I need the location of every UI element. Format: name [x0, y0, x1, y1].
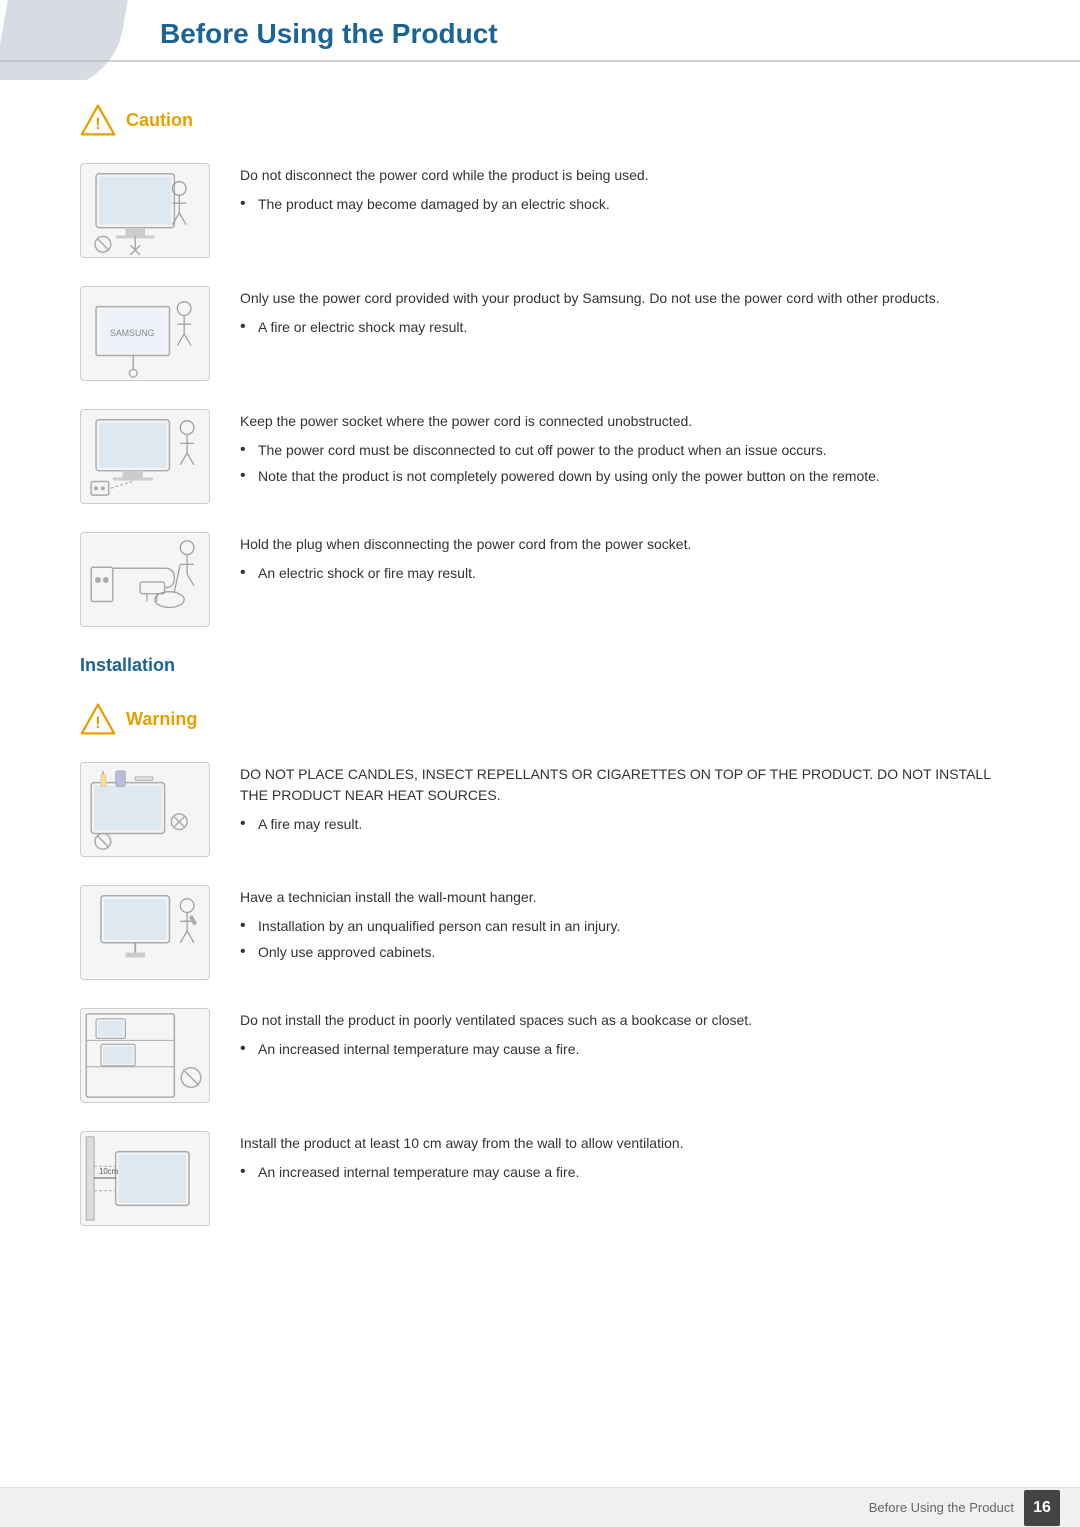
warning-item-2: Have a technician install the wall-mount…	[80, 885, 1000, 980]
caution-image-4	[80, 532, 210, 627]
caution-item-2: SAMSUNG Only use the power cord provided…	[80, 286, 1000, 381]
svg-text:SAMSUNG: SAMSUNG	[110, 328, 155, 338]
svg-text:!: !	[95, 115, 100, 133]
warning-item-4: 10cm Install the product at least 10 cm …	[80, 1131, 1000, 1226]
footer-label: Before Using the Product	[869, 1500, 1014, 1515]
warning-bullet-1-0: A fire may result.	[240, 814, 1000, 835]
warning-main-2: Have a technician install the wall-mount…	[240, 887, 1000, 908]
caution-icon: !	[80, 102, 116, 138]
warning-bullet-2-0: Installation by an unqualified person ca…	[240, 916, 1000, 937]
warning-main-1: DO NOT PLACE CANDLES, INSECT REPELLANTS …	[240, 764, 1000, 806]
caution-item-1: Do not disconnect the power cord while t…	[80, 163, 1000, 258]
warning-item-1: DO NOT PLACE CANDLES, INSECT REPELLANTS …	[80, 762, 1000, 857]
warning-bullet-3-0: An increased internal temperature may ca…	[240, 1039, 1000, 1060]
caution-bullet-1-0: The product may become damaged by an ele…	[240, 194, 1000, 215]
caution-bullets-1: The product may become damaged by an ele…	[240, 194, 1000, 215]
warning-text-1: DO NOT PLACE CANDLES, INSECT REPELLANTS …	[240, 762, 1000, 840]
warning-image-3	[80, 1008, 210, 1103]
warning-image-2	[80, 885, 210, 980]
warning-image-4: 10cm	[80, 1131, 210, 1226]
caution-section-badge: ! Caution	[80, 102, 1000, 138]
caution-item-4: Hold the plug when disconnecting the pow…	[80, 532, 1000, 627]
caution-item-3: Keep the power socket where the power co…	[80, 409, 1000, 504]
warning-bullets-2: Installation by an unqualified person ca…	[240, 916, 1000, 963]
caution-bullets-2: A fire or electric shock may result.	[240, 317, 1000, 338]
caution-image-2: SAMSUNG	[80, 286, 210, 381]
warning-text-3: Do not install the product in poorly ven…	[240, 1008, 1000, 1065]
warning-bullet-2-1: Only use approved cabinets.	[240, 942, 1000, 963]
warning-image-1	[80, 762, 210, 857]
installation-section-title: Installation	[80, 655, 1000, 681]
page-title: Before Using the Product	[160, 18, 498, 50]
main-content: ! Caution	[0, 62, 1080, 1284]
page-footer: Before Using the Product 16	[0, 1487, 1080, 1527]
warning-bullet-4-0: An increased internal temperature may ca…	[240, 1162, 1000, 1183]
warning-item-3: Do not install the product in poorly ven…	[80, 1008, 1000, 1103]
warning-bullets-3: An increased internal temperature may ca…	[240, 1039, 1000, 1060]
page-header: Before Using the Product	[0, 0, 1080, 62]
caution-bullet-2-0: A fire or electric shock may result.	[240, 317, 1000, 338]
svg-text:10cm: 10cm	[99, 1167, 118, 1176]
caution-bullets-3: The power cord must be disconnected to c…	[240, 440, 1000, 487]
caution-text-3: Keep the power socket where the power co…	[240, 409, 1000, 492]
warning-text-4: Install the product at least 10 cm away …	[240, 1131, 1000, 1188]
caution-bullet-4-0: An electric shock or fire may result.	[240, 563, 1000, 584]
footer-page-number: 16	[1024, 1490, 1060, 1526]
warning-icon: !	[80, 701, 116, 737]
warning-section-badge: ! Warning	[80, 701, 1000, 737]
caution-main-1: Do not disconnect the power cord while t…	[240, 165, 1000, 186]
warning-bullets-4: An increased internal temperature may ca…	[240, 1162, 1000, 1183]
caution-image-1	[80, 163, 210, 258]
caution-text-1: Do not disconnect the power cord while t…	[240, 163, 1000, 220]
caution-main-2: Only use the power cord provided with yo…	[240, 288, 1000, 309]
caution-label: Caution	[126, 110, 193, 131]
caution-main-3: Keep the power socket where the power co…	[240, 411, 1000, 432]
warning-main-4: Install the product at least 10 cm away …	[240, 1133, 1000, 1154]
caution-bullet-3-1: Note that the product is not completely …	[240, 466, 1000, 487]
warning-main-3: Do not install the product in poorly ven…	[240, 1010, 1000, 1031]
caution-text-4: Hold the plug when disconnecting the pow…	[240, 532, 1000, 589]
caution-bullets-4: An electric shock or fire may result.	[240, 563, 1000, 584]
caution-bullet-3-0: The power cord must be disconnected to c…	[240, 440, 1000, 461]
svg-text:!: !	[95, 714, 100, 732]
warning-text-2: Have a technician install the wall-mount…	[240, 885, 1000, 968]
warning-bullets-1: A fire may result.	[240, 814, 1000, 835]
warning-label: Warning	[126, 709, 197, 730]
caution-image-3	[80, 409, 210, 504]
caution-main-4: Hold the plug when disconnecting the pow…	[240, 534, 1000, 555]
caution-text-2: Only use the power cord provided with yo…	[240, 286, 1000, 343]
header-decoration	[0, 0, 130, 80]
